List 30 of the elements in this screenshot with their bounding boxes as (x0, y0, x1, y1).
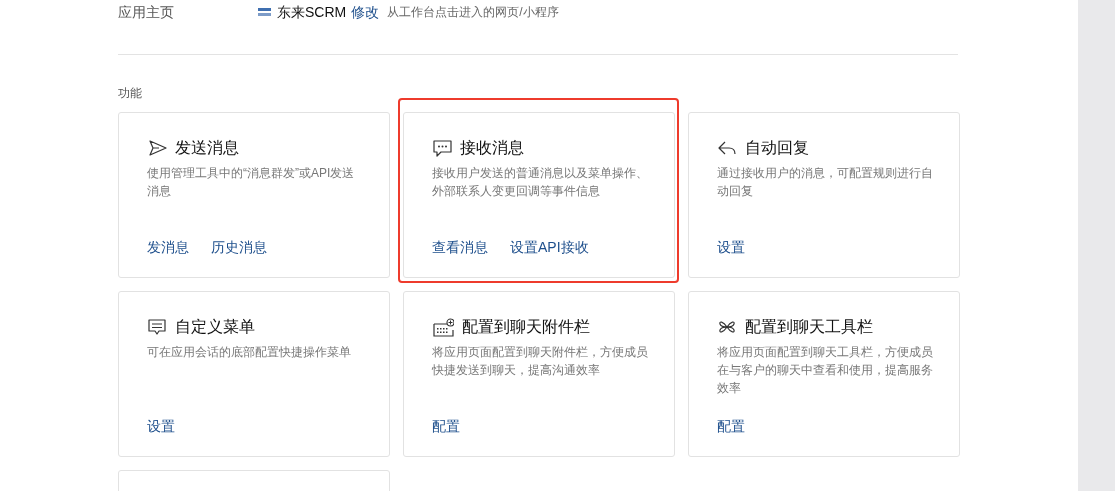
action-link[interactable]: 查看消息 (432, 237, 488, 257)
field-label: 应用主页 (118, 2, 175, 22)
app-logo-icon (258, 8, 271, 16)
card-description: 将应用页面配置到聊天工具栏，方便成员在与客户的聊天中查看和使用，提高服务效率 (717, 344, 934, 397)
card-description: 可在应用会话的底部配置快捷操作菜单 (147, 344, 352, 361)
action-link[interactable]: 设置 (147, 416, 175, 436)
card-description: 使用管理工具中的“消息群发”或API发送消息 (147, 165, 356, 200)
card-title: 配置到聊天附件栏 (462, 317, 590, 337)
keyboard-plus-icon (432, 317, 454, 337)
action-link[interactable]: 设置 (717, 237, 745, 257)
action-link[interactable]: 配置 (432, 416, 460, 436)
chat-icon (432, 138, 452, 158)
card-description: 将应用页面配置到聊天附件栏，方便成员快捷发送到聊天，提高沟通效率 (432, 344, 649, 379)
card-description: 通过接收用户的消息，可配置规则进行自动回复 (717, 165, 934, 200)
menu-bubble-icon (147, 317, 167, 337)
card-description: 接收用户发送的普通消息以及菜单操作、外部联系人变更回调等事件信息 (432, 165, 649, 200)
section-title: 功能 (118, 85, 143, 101)
edit-link[interactable]: 修改 (351, 1, 380, 23)
card-title: 自动回复 (745, 138, 809, 158)
card-title: 配置到聊天工具栏 (745, 317, 873, 337)
app-name: 东来SCRM (277, 2, 347, 22)
card-title: 接收消息 (460, 138, 524, 158)
send-icon (147, 138, 167, 158)
card-title: 发送消息 (175, 138, 239, 158)
action-link[interactable]: 发消息 (147, 237, 189, 257)
card-title: 自定义菜单 (175, 317, 255, 337)
action-link[interactable]: 设置API接收 (510, 237, 589, 257)
action-link[interactable]: 配置 (717, 416, 745, 436)
action-link[interactable]: 历史消息 (211, 237, 267, 257)
hint-text: 从工作台点击进入的网页/小程序 (387, 4, 559, 21)
